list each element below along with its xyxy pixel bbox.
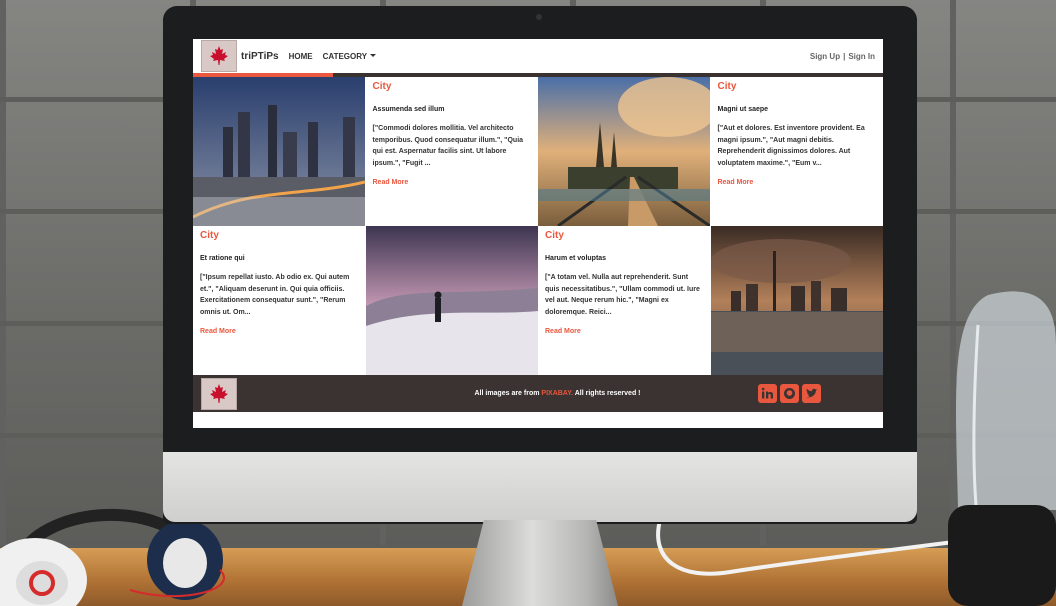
monitor-chin: [163, 452, 917, 522]
card-excerpt: ["Aut et dolores. Est inventore providen…: [717, 125, 865, 167]
site-footer: All images are from PIXABAY. All rights …: [193, 375, 883, 412]
social-links: [758, 384, 821, 403]
card-category[interactable]: City: [718, 81, 877, 92]
post-card: City Magni ut saepe ["Aut et dolores. Es…: [710, 77, 883, 226]
brand-name[interactable]: triPTiPs: [241, 51, 279, 62]
category-label: CATEGORY: [322, 51, 368, 61]
credit-prefix: All images are from: [474, 390, 540, 397]
card-excerpt: ["Ipsum repellat iusto. Ab odio ex. Qui …: [200, 274, 350, 316]
nav-home-link[interactable]: HOME: [289, 52, 313, 61]
city-skyline-image: [193, 77, 366, 226]
twitter-icon[interactable]: [802, 384, 821, 403]
monitor-cable: [656, 520, 970, 576]
card-category[interactable]: City: [200, 230, 359, 241]
auth-separator: |: [843, 51, 846, 61]
toronto-skyline-image: [710, 226, 883, 375]
auth-links: Sign Up | Sign In: [810, 52, 875, 61]
nav-category-dropdown[interactable]: CATEGORY: [322, 51, 377, 61]
card-title: Et ratione qui: [200, 255, 245, 262]
card-category[interactable]: City: [545, 230, 704, 241]
read-more-link[interactable]: Read More: [718, 179, 877, 186]
post-card: City Assumenda sed illum ["Commodi dolor…: [365, 77, 538, 226]
read-more-link[interactable]: Read More: [373, 179, 532, 186]
sign-up-link[interactable]: Sign Up: [810, 52, 840, 61]
card-title: Harum et voluptas: [545, 255, 607, 262]
credit-suffix: All rights reserved !: [574, 390, 641, 397]
footer-logo[interactable]: [201, 377, 237, 410]
webcam: [536, 14, 542, 20]
bridge-sunset-photo[interactable]: [538, 77, 711, 226]
post-card: City Harum et voluptas ["A totam vel. Nu…: [538, 226, 711, 375]
card-excerpt: ["Commodi dolores mollitia. Vel architec…: [372, 125, 524, 167]
maple-leaf-icon: [210, 46, 228, 65]
city-skyline-night-photo[interactable]: [193, 77, 366, 226]
website-screen: triPTiPs HOME CATEGORY Sign Up | Sign In: [193, 39, 883, 428]
linkedin-icon[interactable]: [758, 384, 777, 403]
monitor-stand: [462, 520, 618, 606]
card-title: Assumenda sed illum: [372, 106, 445, 113]
github-icon[interactable]: [780, 384, 799, 403]
post-grid: City Assumenda sed illum ["Commodi dolor…: [193, 77, 883, 375]
toronto-skyline-reflection-photo[interactable]: [710, 226, 884, 375]
card-excerpt: ["A totam vel. Nulla aut reprehenderit. …: [545, 274, 700, 316]
snow-mountain-hiker-photo[interactable]: [365, 226, 539, 375]
card-title: Magni ut saepe: [717, 106, 769, 113]
maple-leaf-icon: [210, 383, 228, 403]
read-more-link[interactable]: Read More: [545, 328, 704, 335]
sign-in-link[interactable]: Sign In: [848, 52, 875, 61]
pixabay-link[interactable]: PIXABAY.: [541, 390, 573, 397]
post-card: City Et ratione qui ["Ipsum repellat ius…: [193, 226, 366, 375]
caret-down-icon: [370, 53, 377, 60]
snow-hiker-image: [365, 226, 538, 375]
card-category[interactable]: City: [373, 81, 532, 92]
read-more-link[interactable]: Read More: [200, 328, 359, 335]
navbar: triPTiPs HOME CATEGORY Sign Up | Sign In: [193, 39, 883, 77]
maple-leaf-logo[interactable]: [201, 40, 237, 72]
desk-lamp-image: [948, 291, 1056, 606]
footer-credit: All images are from PIXABAY. All rights …: [357, 390, 758, 397]
bridge-image: [538, 77, 711, 226]
